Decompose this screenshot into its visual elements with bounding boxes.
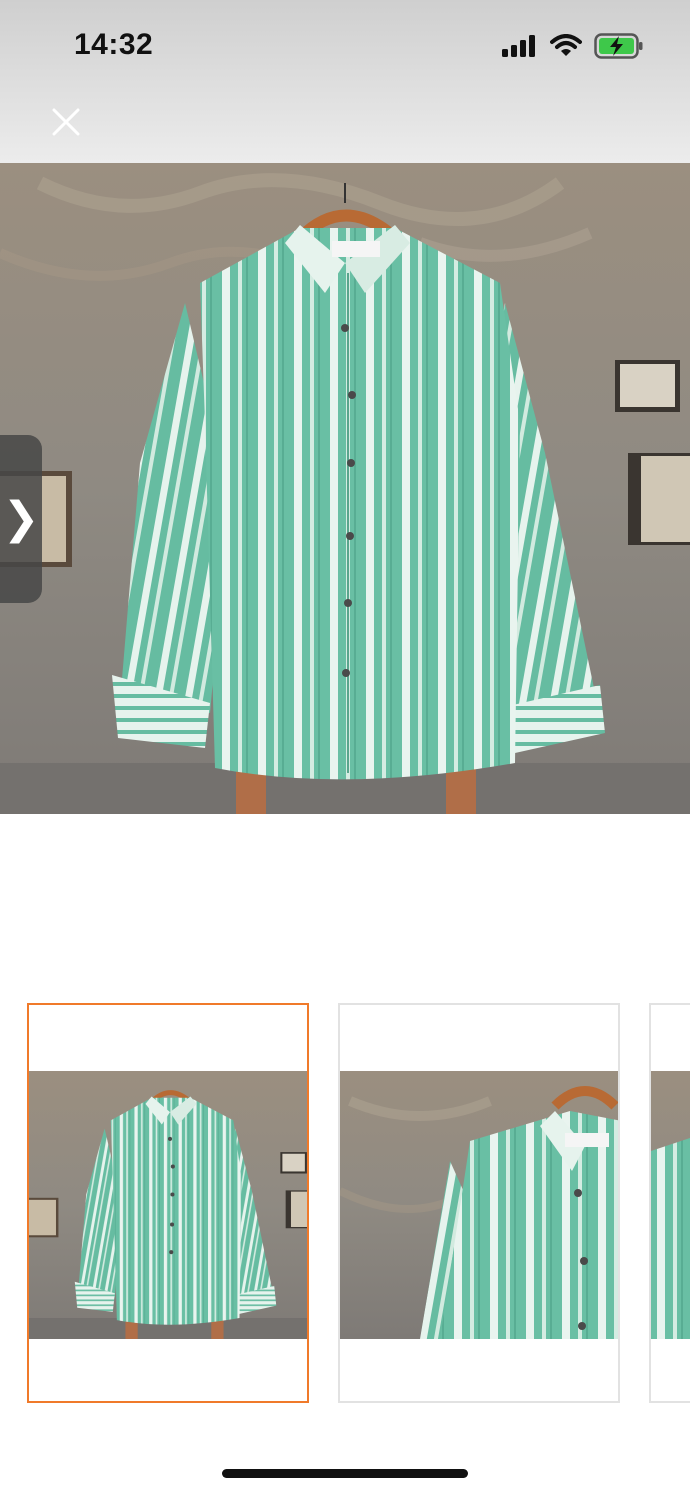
thumbnail-image [340, 1071, 618, 1339]
next-image-button[interactable]: ❯ [0, 435, 42, 603]
chevron-right-icon: ❯ [2, 493, 40, 544]
close-button[interactable] [46, 102, 86, 142]
thumbnail-3[interactable] [649, 1003, 690, 1403]
thumbnail-image [651, 1071, 690, 1339]
thumbnail-1[interactable] [27, 1003, 309, 1403]
battery-icon [594, 33, 643, 59]
top-bar: 14:32 [0, 0, 690, 163]
status-time: 14:32 [74, 28, 154, 61]
wifi-icon [550, 34, 582, 56]
signal-icon [502, 35, 535, 57]
shirt-photo [0, 163, 690, 814]
thumbnail-2[interactable] [338, 1003, 620, 1403]
close-icon [52, 108, 80, 136]
status-icons [502, 32, 644, 60]
thumbnail-strip[interactable] [0, 1003, 690, 1407]
product-image-main: ❯ [0, 163, 690, 814]
thumbnail-image [29, 1071, 307, 1339]
home-indicator [222, 1469, 468, 1478]
